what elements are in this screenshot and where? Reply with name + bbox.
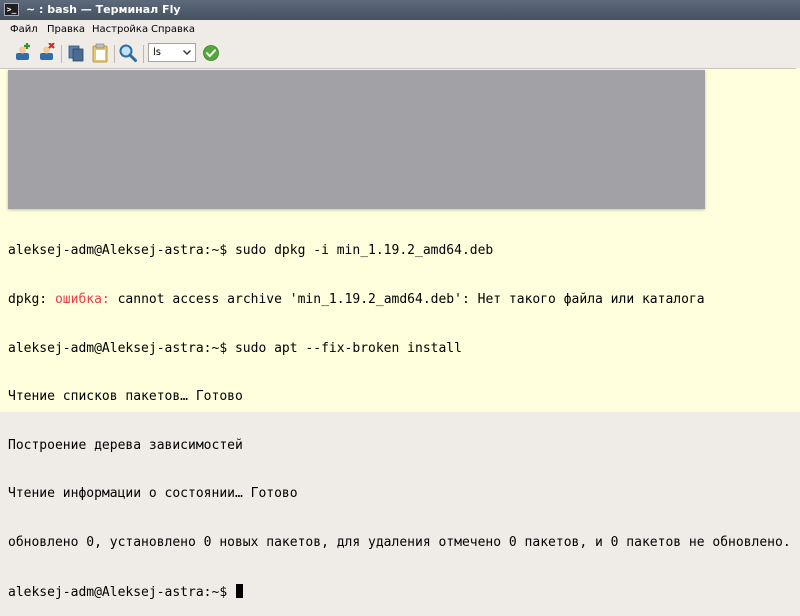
terminal-line: aleksej-adm@Aleksej-astra:~$ sudo apt --… xyxy=(8,340,462,356)
menu-help[interactable]: Справка xyxy=(151,24,195,35)
command-combo-value: ls xyxy=(153,47,161,58)
toolbar-separator xyxy=(61,45,62,63)
terminal-line: Чтение информации о состоянии… Готово xyxy=(8,486,298,502)
command-combo[interactable]: ls xyxy=(148,43,196,62)
terminal-icon: >_ xyxy=(4,3,19,16)
line-prefix: dpkg: xyxy=(8,292,55,307)
terminal-output: aleksej-adm@Aleksej-astra:~$ sudo dpkg -… xyxy=(8,211,791,616)
menu-file[interactable]: Файл xyxy=(10,24,38,35)
menu-edit[interactable]: Правка xyxy=(47,24,85,35)
terminal-prompt-line[interactable]: aleksej-adm@Aleksej-astra:~$ xyxy=(8,583,791,600)
close-tab-icon[interactable] xyxy=(37,42,57,63)
window-title: ~ : bash — Терминал Fly xyxy=(26,3,181,16)
error-label: ошибка: xyxy=(54,292,110,307)
chevron-down-icon[interactable] xyxy=(182,46,192,61)
terminal-line: Чтение списков пакетов… Готово xyxy=(8,389,243,405)
prompt: aleksej-adm@Aleksej-astra:~$ xyxy=(8,584,235,600)
title-bar: >_ ~ : bash — Терминал Fly xyxy=(0,0,800,20)
terminal-line: dpkg: ошибка: cannot access archive 'min… xyxy=(8,292,791,308)
menu-bar: Файл Правка Настройка Справка xyxy=(0,20,800,40)
checkmark-icon[interactable] xyxy=(201,43,221,63)
new-tab-icon[interactable] xyxy=(13,43,33,63)
copy-icon[interactable] xyxy=(66,43,86,63)
toolbar-separator xyxy=(143,45,144,63)
line-rest: cannot access archive 'min_1.19.2_amd64.… xyxy=(109,292,705,307)
text-cursor xyxy=(235,583,243,598)
obscured-region xyxy=(8,70,705,209)
terminal-line: Построение дерева зависимостей xyxy=(8,437,243,453)
terminal-line: обновлено 0, установлено 0 новых пакетов… xyxy=(8,534,791,550)
toolbar-separator xyxy=(114,45,115,63)
scrollbar[interactable] xyxy=(796,68,800,412)
menu-settings[interactable]: Настройка xyxy=(92,24,148,35)
toolbar xyxy=(0,40,800,68)
search-icon[interactable] xyxy=(118,43,138,63)
paste-icon[interactable] xyxy=(90,43,110,63)
terminal-line: aleksej-adm@Aleksej-astra:~$ sudo dpkg -… xyxy=(8,243,494,259)
